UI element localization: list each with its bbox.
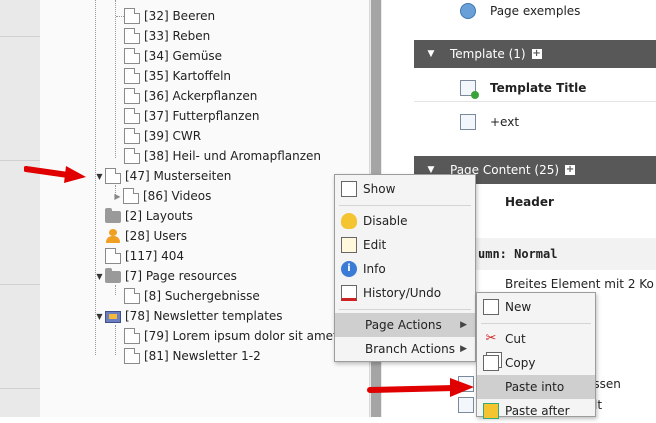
- tree-item[interactable]: [32] Beeren: [112, 6, 215, 26]
- show-icon: [341, 181, 357, 197]
- history-icon: [341, 285, 357, 301]
- tree-item[interactable]: ▼ [7] Page resources: [94, 266, 237, 286]
- collapse-toggle-icon[interactable]: ▶: [112, 192, 123, 201]
- left-navigation-strip: [0, 0, 40, 417]
- tree-item[interactable]: [28] Users: [94, 226, 187, 246]
- page-tree: [32] Beeren [33] Reben [34] Gemüse [35] …: [40, 0, 370, 417]
- expand-toggle-icon[interactable]: ▼: [94, 272, 105, 281]
- page-icon: [124, 8, 140, 24]
- copy-icon: [483, 355, 499, 371]
- page-icon: [124, 108, 140, 124]
- page-icon: [124, 288, 140, 304]
- page-icon: [124, 148, 140, 164]
- tree-item[interactable]: [35] Kartoffeln: [112, 66, 231, 86]
- submenu-arrow-icon: ▶: [460, 320, 467, 330]
- page-icon: [124, 128, 140, 144]
- tree-item[interactable]: ▼ [78] Newsletter templates: [94, 306, 283, 326]
- ext-template-icon: [460, 114, 476, 130]
- menu-item-info[interactable]: i Info: [335, 257, 475, 281]
- tree-item[interactable]: [36] Ackerpflanzen: [112, 86, 257, 106]
- tree-item[interactable]: [38] Heil- und Aromapflanzen: [112, 146, 321, 166]
- tree-item[interactable]: [2] Layouts: [94, 206, 193, 226]
- page-actions-submenu: New ✂ Cut Copy Paste into Paste after: [476, 292, 596, 419]
- pencil-icon: [341, 237, 357, 253]
- newsletter-icon: [105, 311, 121, 323]
- context-menu: Show Disable Edit i Info History/Undo Pa…: [334, 174, 476, 362]
- add-icon[interactable]: +: [531, 49, 542, 59]
- folder-icon: [105, 208, 121, 223]
- tree-item[interactable]: [39] CWR: [112, 126, 201, 146]
- page-icon: [124, 48, 140, 64]
- tree-item[interactable]: [117] 404: [94, 246, 184, 266]
- tree-item[interactable]: [81] Newsletter 1-2: [112, 346, 261, 366]
- tree-item-musterseiten[interactable]: ▼ [47] Musterseiten: [94, 166, 231, 186]
- menu-item-page-actions[interactable]: Page Actions ▶: [335, 313, 475, 337]
- template-icon: [460, 79, 479, 99]
- menu-item-paste-after[interactable]: Paste after: [477, 399, 595, 423]
- tree-item[interactable]: [33] Reben: [112, 26, 210, 46]
- page-icon: [124, 28, 140, 44]
- scissors-icon: ✂: [485, 331, 497, 346]
- submenu-arrow-icon: ▶: [460, 344, 467, 354]
- page-icon: [124, 68, 140, 84]
- template-title-row[interactable]: Template Title: [414, 74, 656, 102]
- page-icon: [124, 88, 140, 104]
- page-icon: [123, 188, 139, 204]
- annotation-arrow-icon: [367, 378, 474, 397]
- menu-item-disable[interactable]: Disable: [335, 209, 475, 233]
- ext-row[interactable]: +ext: [414, 108, 656, 136]
- folder-icon: [105, 268, 121, 283]
- page-exemples-row[interactable]: Page exemples: [414, 0, 656, 22]
- menu-item-paste-into[interactable]: Paste into: [477, 375, 595, 399]
- collapse-icon[interactable]: ▼: [420, 49, 442, 59]
- page-icon: [124, 348, 140, 364]
- user-icon: [105, 228, 121, 244]
- menu-item-edit[interactable]: Edit: [335, 233, 475, 257]
- lightbulb-icon: [341, 213, 357, 229]
- menu-item-copy[interactable]: Copy: [477, 351, 595, 375]
- tree-item[interactable]: ▶ [86] Videos: [112, 186, 211, 206]
- expand-toggle-icon[interactable]: ▼: [94, 312, 105, 321]
- globe-page-icon: [460, 3, 476, 19]
- expand-toggle-icon[interactable]: ▼: [94, 172, 105, 181]
- menu-item-cut[interactable]: ✂ Cut: [477, 327, 595, 351]
- menu-item-history[interactable]: History/Undo: [335, 281, 475, 305]
- info-icon: i: [341, 261, 357, 277]
- page-icon: [124, 328, 140, 344]
- add-icon[interactable]: +: [565, 165, 576, 175]
- menu-item-branch-actions[interactable]: Branch Actions ▶: [335, 337, 475, 361]
- tree-item[interactable]: [79] Lorem ipsum dolor sit amet: [112, 326, 372, 346]
- template-section-header[interactable]: ▼ Template (1) +: [414, 40, 656, 68]
- menu-item-new[interactable]: New: [477, 295, 595, 319]
- page-icon: [105, 168, 121, 184]
- tree-item[interactable]: [8] Suchergebnisse: [112, 286, 260, 306]
- tree-item[interactable]: [37] Futterpflanzen: [112, 106, 259, 126]
- annotation-arrow-icon: [24, 166, 86, 183]
- new-page-icon: [483, 299, 499, 315]
- tree-item[interactable]: [34] Gemüse: [112, 46, 222, 66]
- menu-item-show[interactable]: Show: [335, 177, 475, 201]
- page-icon: [105, 248, 121, 264]
